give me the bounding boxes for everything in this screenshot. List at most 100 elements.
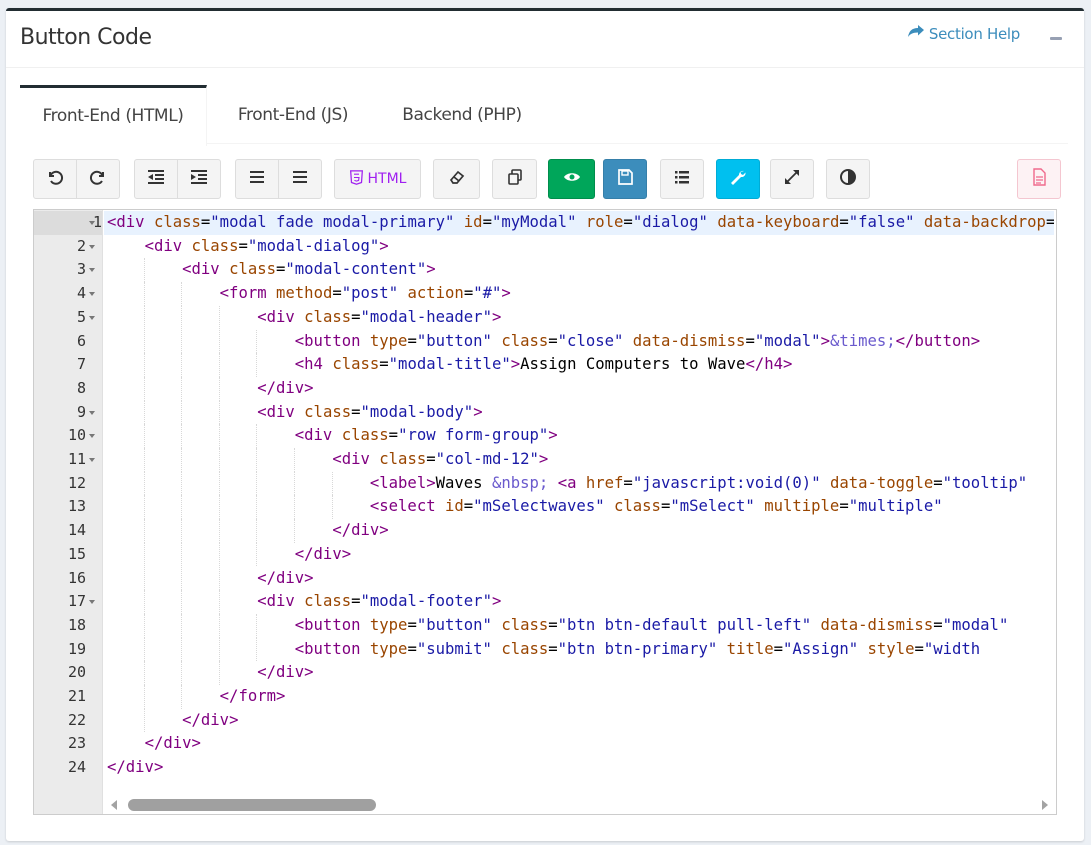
eraser-icon — [448, 168, 466, 191]
section-help-link[interactable]: Section Help — [907, 24, 1020, 44]
align-left-button[interactable] — [235, 159, 279, 199]
settings-button[interactable] — [716, 159, 760, 199]
indent-guide — [143, 637, 145, 662]
indent-guide — [143, 353, 145, 377]
theme-toggle-button[interactable] — [826, 159, 870, 199]
indent-guide — [143, 282, 145, 306]
code-line[interactable]: <label>Waves &nbsp; <a href="javascript:… — [107, 472, 1027, 496]
code-editor[interactable]: 1 2 3 4 5 6 7 8 9 10 11 12 13 14 15 16 17 18 19 20 21 22 23 24 … — [33, 209, 1057, 815]
code-line[interactable]: <div class="modal-dialog"> — [107, 235, 389, 259]
code-line[interactable]: </div> — [107, 732, 201, 756]
code-tabs: Front-End (HTML) Front-End (JS) Backend … — [20, 85, 1068, 146]
indent-guide — [181, 519, 183, 543]
indent-guide — [143, 708, 145, 733]
code-line[interactable]: <form method="post" action="#"> — [107, 282, 511, 306]
eraser-button[interactable] — [433, 159, 480, 199]
code-line[interactable]: </div> — [107, 756, 163, 780]
align-justify-button[interactable] — [278, 159, 322, 199]
code-line[interactable]: <button type="button" class="close" data… — [107, 330, 980, 354]
code-line[interactable]: <select id="mSelectwaves" class="mSelect… — [107, 495, 943, 519]
panel-header: Button Code Section Help — [6, 11, 1084, 68]
line-number-gutter: 1 2 3 4 5 6 7 8 9 10 11 12 13 14 15 16 17 18 19 20 21 22 23 24 — [34, 210, 103, 814]
fold-arrow-icon[interactable] — [89, 315, 95, 320]
wrench-icon — [729, 168, 747, 191]
code-line[interactable]: </div> — [107, 377, 313, 401]
scroll-right-arrow-icon[interactable] — [1042, 800, 1048, 810]
minimize-icon[interactable] — [1050, 37, 1062, 40]
html-format-button[interactable]: HTML — [334, 159, 421, 199]
fold-arrow-icon[interactable] — [89, 410, 95, 415]
indent-button[interactable] — [177, 159, 221, 199]
indent-guide — [143, 519, 145, 543]
indent-guide — [143, 448, 145, 472]
copy-button[interactable] — [492, 159, 537, 199]
indent-guide — [256, 519, 258, 543]
indent-guide — [218, 566, 220, 591]
code-line[interactable]: </form> — [107, 685, 286, 709]
code-line[interactable]: </div> — [107, 567, 313, 591]
save-button[interactable] — [603, 159, 647, 199]
fold-arrow-icon[interactable] — [89, 434, 95, 439]
indent-guide — [181, 542, 183, 567]
indent-guide — [218, 305, 220, 330]
indent-guide — [181, 685, 183, 709]
code-line[interactable]: </div> — [107, 709, 238, 733]
editor-toolbar: HTML — [33, 159, 1065, 201]
outdent-button[interactable] — [134, 159, 178, 199]
indent-guide — [181, 424, 183, 448]
code-line[interactable]: <button type="submit" class="btn btn-pri… — [107, 638, 980, 662]
redo-button[interactable] — [76, 159, 120, 199]
copy-icon — [506, 168, 524, 191]
line-number: 20 — [67, 663, 86, 682]
code-line[interactable]: <div class="col-md-12"> — [107, 448, 548, 472]
line-number: 13 — [67, 497, 86, 516]
indent-guide — [181, 566, 183, 591]
tab-frontend-js[interactable]: Front-End (JS) — [216, 85, 370, 143]
indent-guide — [143, 566, 145, 591]
fold-arrow-icon[interactable] — [89, 600, 95, 605]
code-line[interactable]: <div class="row form-group"> — [107, 424, 558, 448]
horizontal-scrollbar[interactable] — [104, 792, 1056, 814]
indent-guide — [181, 448, 183, 472]
indent-guide — [143, 590, 145, 614]
scroll-left-arrow-icon[interactable] — [111, 800, 117, 810]
section-help-label: Section Help — [928, 25, 1020, 43]
fullscreen-button[interactable] — [770, 159, 814, 199]
line-number: 7 — [76, 355, 86, 374]
code-line[interactable]: <h4 class="modal-title">Assign Computers… — [107, 353, 793, 377]
panel-title: Button Code — [20, 25, 152, 50]
indent-guide — [256, 353, 258, 377]
share-icon — [907, 24, 925, 44]
indent-guide — [218, 519, 220, 543]
undo-button[interactable] — [33, 159, 77, 199]
code-line[interactable]: <div class="modal-body"> — [107, 401, 482, 425]
code-line[interactable]: <div class="modal-footer"> — [107, 590, 501, 614]
indent-guide — [256, 495, 258, 520]
indent-guide — [256, 329, 258, 354]
pdf-export-button[interactable] — [1017, 159, 1061, 199]
indent-guide — [256, 424, 258, 448]
redo-icon — [89, 168, 107, 191]
indent-guide — [143, 329, 145, 354]
preview-button[interactable] — [548, 159, 595, 199]
tab-backend-php[interactable]: Backend (PHP) — [382, 85, 542, 143]
code-line[interactable]: </div> — [107, 519, 388, 543]
indent-guide — [218, 471, 220, 496]
code-line[interactable]: <div class="modal fade modal-primary" id… — [104, 211, 1054, 235]
fold-arrow-icon[interactable] — [89, 268, 95, 273]
fold-arrow-icon[interactable] — [89, 221, 95, 225]
line-number: 6 — [76, 331, 86, 350]
scrollbar-thumb[interactable] — [128, 799, 376, 811]
fold-arrow-icon[interactable] — [89, 244, 95, 249]
fold-arrow-icon[interactable] — [89, 292, 95, 297]
code-content[interactable]: <div class="modal fade modal-primary" id… — [104, 210, 1054, 790]
list-button[interactable] — [660, 159, 704, 199]
code-line[interactable]: <div class="modal-content"> — [107, 258, 436, 282]
indent-guide — [181, 637, 183, 662]
code-line[interactable]: <div class="modal-header"> — [107, 306, 501, 330]
tab-frontend-html[interactable]: Front-End (HTML) — [20, 85, 207, 146]
code-line[interactable]: </div> — [107, 661, 313, 685]
fold-arrow-icon[interactable] — [89, 458, 95, 462]
code-line[interactable]: <button type="button" class="btn btn-def… — [107, 614, 1009, 638]
indent-guide — [181, 590, 183, 614]
